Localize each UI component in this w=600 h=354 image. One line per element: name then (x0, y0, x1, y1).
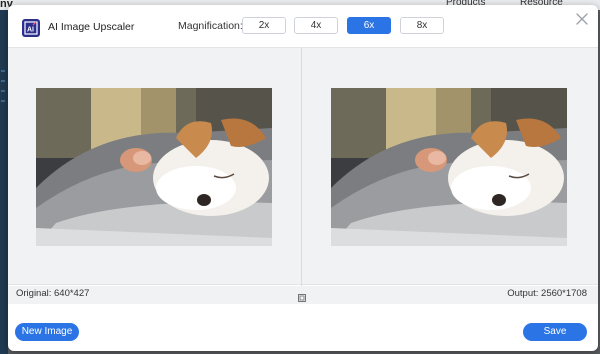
output-size-text: Output: 2560*1708 (507, 288, 587, 299)
app-logo-icon: AI (22, 19, 40, 37)
new-image-button[interactable]: New Image (15, 323, 79, 341)
magnification-4x-button[interactable]: 4x (294, 17, 338, 34)
dialog-header: AI AI Image Upscaler Magnification: 2x 4… (8, 5, 598, 47)
dialog-title: AI Image Upscaler (48, 21, 135, 33)
original-image (36, 88, 272, 246)
svg-text:AI: AI (27, 27, 34, 34)
image-compare-area (8, 47, 598, 286)
original-size-text: Original: 640*427 (16, 288, 90, 299)
background-sidebar (0, 10, 8, 354)
upscaler-dialog: AI AI Image Upscaler Magnification: 2x 4… (8, 5, 598, 351)
compare-toggle-icon[interactable] (298, 289, 306, 302)
magnification-label: Magnification: (178, 20, 243, 32)
compare-divider[interactable] (301, 48, 302, 286)
magnification-2x-button[interactable]: 2x (242, 17, 286, 34)
magnification-6x-button[interactable]: 6x (347, 17, 391, 34)
output-image (331, 88, 567, 246)
magnification-8x-button[interactable]: 8x (400, 17, 444, 34)
close-icon[interactable] (574, 11, 590, 27)
save-button[interactable]: Save (523, 323, 587, 341)
